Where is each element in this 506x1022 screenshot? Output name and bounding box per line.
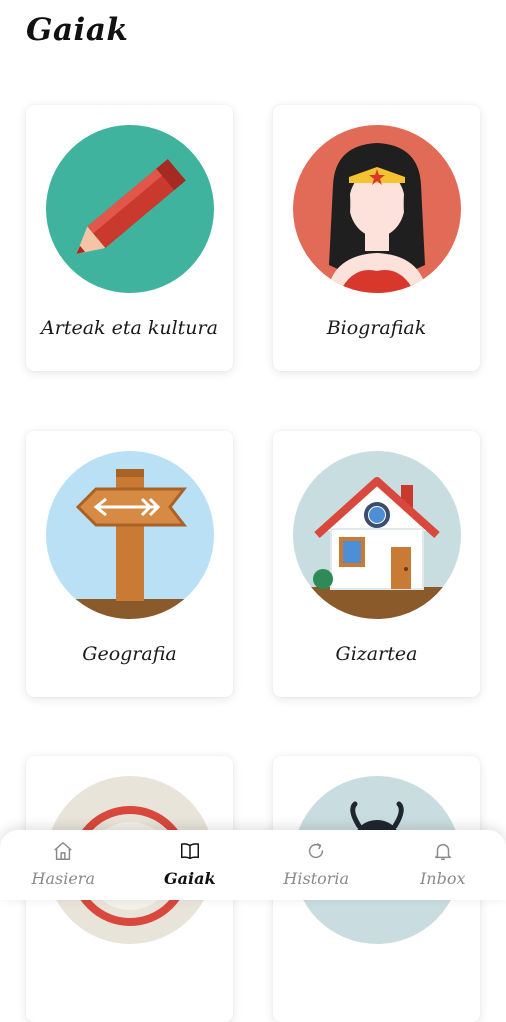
subject-label: Arteak eta kultura <box>26 317 233 339</box>
signpost-icon <box>46 451 214 619</box>
subject-label: Geografia <box>26 643 233 665</box>
nav-label: Gaiak <box>164 869 216 888</box>
history-icon <box>305 840 327 862</box>
nav-label: Historia <box>283 869 349 888</box>
wonder-woman-icon <box>293 125 461 293</box>
subject-label: Biografiak <box>273 317 480 339</box>
subject-card-geografia[interactable]: Geografia <box>26 431 233 697</box>
nav-item-historia[interactable]: Historia <box>253 830 380 900</box>
bottom-navigation: Hasiera Gaiak Historia Inbox <box>0 830 506 900</box>
subject-card-biografiak[interactable]: Biografiak <box>273 105 480 371</box>
nav-item-gaiak[interactable]: Gaiak <box>127 830 254 900</box>
page-title: Gaiak <box>26 12 128 48</box>
home-icon <box>52 840 74 862</box>
pencil-icon <box>46 125 214 293</box>
subject-card-gizartea[interactable]: Gizartea <box>273 431 480 697</box>
nav-item-hasiera[interactable]: Hasiera <box>0 830 127 900</box>
house-icon <box>293 451 461 619</box>
bell-icon <box>432 840 454 862</box>
subject-card-arteak[interactable]: Arteak eta kultura <box>26 105 233 371</box>
nav-label: Hasiera <box>32 869 95 888</box>
nav-label: Inbox <box>420 869 466 888</box>
book-icon <box>179 840 201 862</box>
nav-item-inbox[interactable]: Inbox <box>380 830 506 900</box>
subject-label: Gizartea <box>273 643 480 665</box>
